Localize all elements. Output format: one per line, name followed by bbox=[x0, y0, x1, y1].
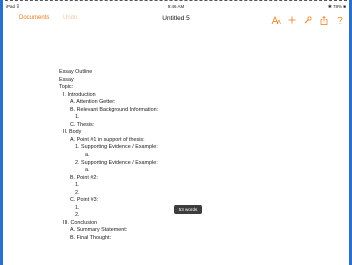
outline-line: A. Attention Getter: bbox=[70, 99, 116, 106]
status-time: 9:46 AM bbox=[167, 4, 185, 9]
outline-line: I. Introduction bbox=[63, 91, 96, 98]
window-left-edge bbox=[0, 0, 3, 265]
outline-line: C. Thesis: bbox=[70, 121, 95, 128]
toolbar-icon-group bbox=[268, 13, 348, 27]
outline-line: B. Relevant Background Information: bbox=[70, 106, 159, 113]
wrench-icon[interactable] bbox=[300, 13, 316, 27]
outline-line: a. bbox=[85, 152, 90, 159]
outline-line: B. Point #2: bbox=[70, 174, 98, 181]
outline-line: III. Conclusion bbox=[63, 219, 98, 226]
outline-line: 1. bbox=[75, 114, 80, 121]
outline-line: Essay Outline bbox=[59, 69, 93, 75]
text-format-icon[interactable] bbox=[268, 13, 284, 27]
outline-line: II. Body bbox=[63, 129, 82, 136]
outline-line: 2. bbox=[75, 212, 80, 219]
share-icon[interactable] bbox=[316, 13, 332, 27]
add-icon[interactable] bbox=[284, 13, 300, 27]
status-bar: iPad ⊽ 9:46 AM ✱ 78% ■ bbox=[4, 3, 348, 10]
outline-line: Essay bbox=[59, 76, 74, 83]
outline-line: 1. bbox=[75, 204, 80, 211]
outline-line: 1. Supporting Evidence / Example: bbox=[75, 144, 158, 151]
outline-line: A. Point #1 in support of thesis: bbox=[70, 136, 145, 143]
help-icon[interactable] bbox=[332, 13, 348, 27]
outline-line: 2. Supporting Evidence / Example: bbox=[75, 159, 158, 166]
outline-line: a. bbox=[85, 167, 90, 174]
outline-line: B. Final Thought: bbox=[70, 235, 111, 242]
outline-line: A. Summary Statement: bbox=[70, 227, 128, 234]
document-body[interactable]: Essay Outline Essay Topic: I. Introduction A… bbox=[59, 69, 158, 243]
window-top-border bbox=[0, 0, 352, 1]
outline-line: C. Point #3: bbox=[70, 197, 99, 204]
outline-line: 1. bbox=[75, 182, 80, 189]
document-toolbar: Documents Undo Untitled 5 bbox=[4, 13, 348, 27]
outline-line: Topic: bbox=[59, 84, 74, 91]
outline-line: 2. bbox=[75, 189, 80, 196]
word-count-badge[interactable]: 53 words bbox=[174, 205, 202, 214]
battery-indicator: ✱ 78% ■ bbox=[328, 4, 346, 9]
